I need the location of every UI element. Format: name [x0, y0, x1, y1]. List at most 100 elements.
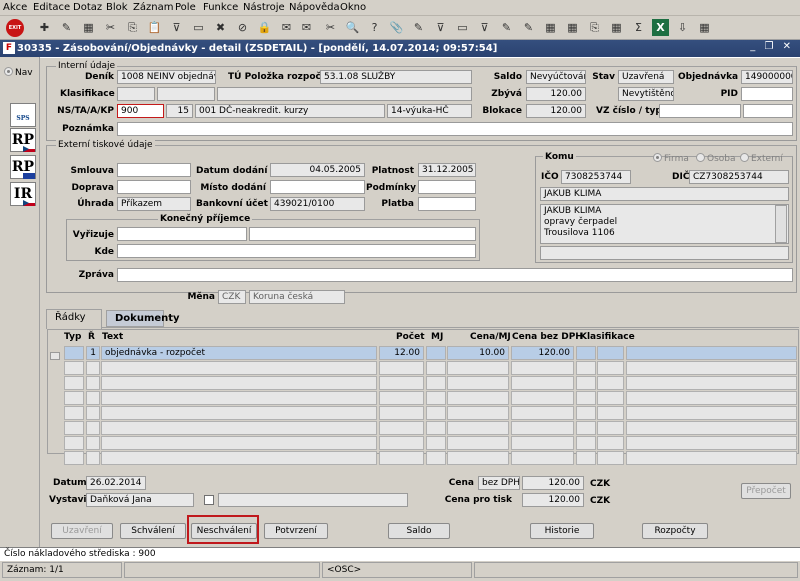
cell-cena_bez_dph[interactable]: [511, 436, 574, 450]
menu-editace[interactable]: Editace: [33, 2, 70, 13]
menu-akce[interactable]: Akce: [3, 2, 27, 13]
smlouva-field[interactable]: [117, 163, 191, 177]
platba-field[interactable]: [418, 197, 476, 211]
exit-icon[interactable]: EXIT: [6, 19, 24, 37]
report-icon[interactable]: ▦: [696, 19, 713, 36]
cell-pocet[interactable]: [379, 391, 424, 405]
kde-field[interactable]: [117, 244, 476, 258]
ns-field[interactable]: 900: [117, 104, 164, 118]
cell-cena_mj[interactable]: [447, 421, 509, 435]
search-icon[interactable]: 🔍: [344, 19, 361, 36]
poznamka-field[interactable]: [117, 122, 793, 136]
cell-mj[interactable]: [426, 361, 446, 375]
cell-cena_mj[interactable]: [447, 391, 509, 405]
menu-okno[interactable]: Okno: [340, 2, 366, 13]
cell-k1[interactable]: [576, 376, 596, 390]
zprava-field[interactable]: [117, 268, 793, 282]
address-scrollbar[interactable]: [775, 205, 787, 243]
vz-typ-field[interactable]: [743, 104, 793, 118]
cell-k1[interactable]: [576, 451, 596, 465]
scissors-icon[interactable]: ✂: [322, 19, 339, 36]
cell-typ[interactable]: [64, 391, 84, 405]
vyrizuje-field-2[interactable]: [249, 227, 476, 241]
cell-text[interactable]: [101, 391, 377, 405]
komu-name-field[interactable]: JAKUB KLIMA: [540, 187, 789, 201]
a-field[interactable]: 001 DČ-neakredit. kurzy: [195, 104, 385, 118]
note-field[interactable]: [218, 493, 408, 507]
insert-record-icon[interactable]: ⊽: [168, 19, 185, 36]
cell-pocet[interactable]: [379, 451, 424, 465]
print-icon[interactable]: ✎: [58, 19, 75, 36]
row-indicator[interactable]: [50, 352, 60, 360]
copy-icon[interactable]: ✂: [102, 19, 119, 36]
cell-text[interactable]: objednávka - rozpočet: [101, 346, 377, 360]
cell-k3[interactable]: [626, 391, 797, 405]
sum-icon[interactable]: Σ: [630, 19, 647, 36]
cell-typ[interactable]: [64, 451, 84, 465]
menu-zaznam[interactable]: Záznam: [133, 2, 173, 13]
cell-text[interactable]: [101, 406, 377, 420]
cell-r[interactable]: [86, 421, 100, 435]
tu-field[interactable]: 53.1.08 SLUŽBY: [320, 70, 472, 84]
platnost-field[interactable]: 31.12.2005: [418, 163, 476, 177]
cell-k2[interactable]: [597, 421, 624, 435]
misto-dodani-field[interactable]: [270, 180, 365, 194]
cell-mj[interactable]: [426, 421, 446, 435]
cell-cena_bez_dph[interactable]: [511, 361, 574, 375]
cell-cena_bez_dph[interactable]: [511, 391, 574, 405]
pen-icon[interactable]: ✎: [520, 19, 537, 36]
select-icon[interactable]: ⊽: [432, 19, 449, 36]
radio-osoba[interactable]: Osoba: [696, 153, 736, 164]
filter-query-icon[interactable]: 🔒: [256, 19, 273, 36]
tab-radky[interactable]: Řádky: [46, 309, 102, 329]
ico-field[interactable]: 7308253744: [561, 170, 631, 184]
stav-field[interactable]: Uzavřená: [618, 70, 674, 84]
cell-k2[interactable]: [597, 406, 624, 420]
list-icon[interactable]: ✉: [278, 19, 295, 36]
cell-cena_mj[interactable]: 10.00: [447, 346, 509, 360]
cell-mj[interactable]: [426, 391, 446, 405]
save-icon[interactable]: ✚: [36, 19, 53, 36]
cell-typ[interactable]: [64, 406, 84, 420]
cell-k1[interactable]: [576, 391, 596, 405]
cell-mj[interactable]: [426, 376, 446, 390]
copy2-icon[interactable]: ⎘: [586, 19, 603, 36]
mena-code-field[interactable]: CZK: [218, 290, 246, 304]
cell-cena_mj[interactable]: [447, 436, 509, 450]
cell-k1[interactable]: [576, 406, 596, 420]
cell-cena_bez_dph[interactable]: [511, 376, 574, 390]
nav-radio[interactable]: Nav: [4, 67, 33, 78]
attachment-icon[interactable]: 📎: [388, 19, 405, 36]
cut-icon[interactable]: ▦: [80, 19, 97, 36]
pid-field[interactable]: [741, 87, 793, 101]
cell-k2[interactable]: [597, 451, 624, 465]
mena-name-field[interactable]: Koruna česká: [249, 290, 345, 304]
dic-field[interactable]: CZ7308253744: [689, 170, 789, 184]
cell-text[interactable]: [101, 421, 377, 435]
datum-dodani-field[interactable]: 04.05.2005: [270, 163, 365, 177]
cell-k2[interactable]: [597, 361, 624, 375]
cell-r[interactable]: [86, 406, 100, 420]
podminky-field[interactable]: [418, 180, 476, 194]
cube-icon[interactable]: ▦: [542, 19, 559, 36]
kp-field[interactable]: 14-výuka-HČ: [387, 104, 472, 118]
cell-k3[interactable]: [626, 421, 797, 435]
cell-typ[interactable]: [64, 346, 84, 360]
potvrzeni-button[interactable]: Potvrzení: [264, 523, 328, 539]
cell-pocet[interactable]: [379, 406, 424, 420]
radio-externi[interactable]: Externí: [740, 153, 783, 164]
cell-k2[interactable]: [597, 436, 624, 450]
cell-cena_mj[interactable]: [447, 361, 509, 375]
table-icon[interactable]: ▦: [608, 19, 625, 36]
mail-icon[interactable]: ✉: [298, 19, 315, 36]
vyrizuje-field-1[interactable]: [117, 227, 247, 241]
cell-text[interactable]: [101, 361, 377, 375]
menu-blok[interactable]: Blok: [106, 2, 128, 13]
cell-pocet[interactable]: [379, 376, 424, 390]
delete-icon[interactable]: ▭: [454, 19, 471, 36]
cell-k3[interactable]: [626, 361, 797, 375]
lock-icon[interactable]: ⊘: [234, 19, 251, 36]
saldo-button[interactable]: Saldo: [388, 523, 450, 539]
radio-firma[interactable]: Firma: [653, 153, 689, 164]
cell-k1[interactable]: [576, 421, 596, 435]
